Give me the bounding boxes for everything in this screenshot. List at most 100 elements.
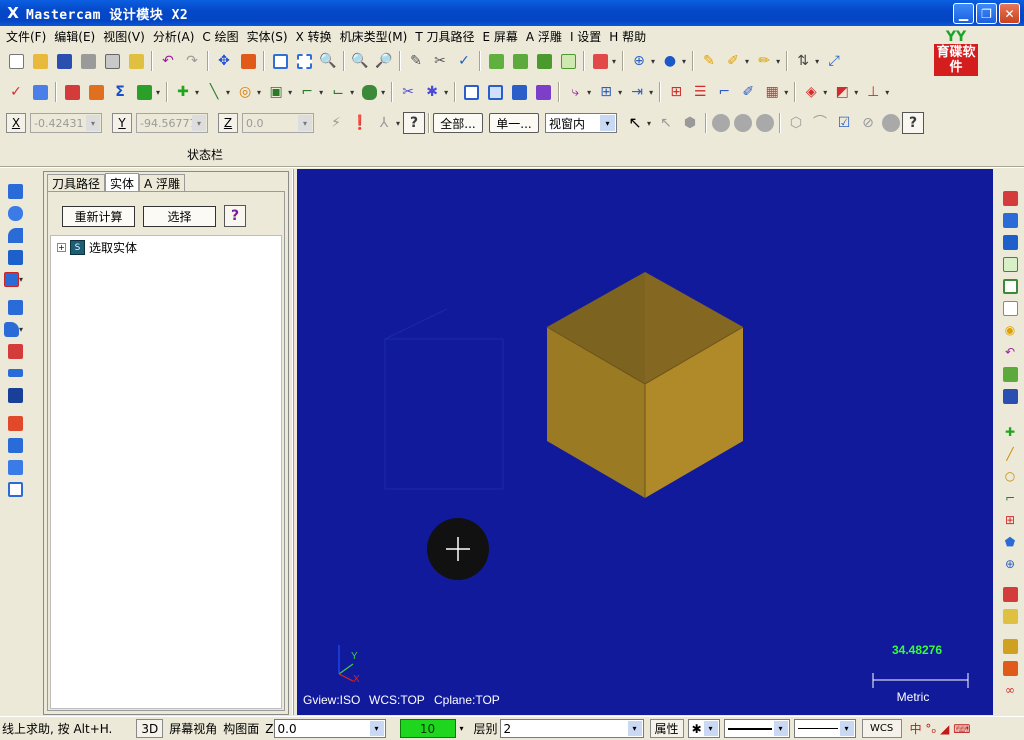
arc-draw-icon[interactable]: ⌐ <box>997 487 1023 509</box>
menu-help[interactable]: H 帮助 <box>605 28 650 45</box>
globe-icon[interactable]: ⊕ <box>628 50 650 72</box>
clear-selection-icon[interactable]: ⊘ <box>857 112 879 134</box>
rectangle-icon[interactable]: ▣ <box>265 81 287 103</box>
mastercam-app-icon[interactable]: X <box>4 4 22 22</box>
dimension-icon[interactable]: ⌐ <box>713 81 735 103</box>
color-swatch-icon[interactable] <box>997 583 1023 605</box>
attributes-button[interactable]: 属性 <box>649 719 684 738</box>
zoom-in-icon[interactable]: 🔍 <box>349 50 371 72</box>
ops-manager-icon[interactable] <box>29 81 51 103</box>
autocursor-icon[interactable]: ❗ <box>349 112 371 134</box>
extrude-icon[interactable] <box>358 81 380 103</box>
select-all-button[interactable]: 全部... <box>433 113 484 133</box>
print-preview-icon[interactable] <box>101 50 123 72</box>
link-icon[interactable]: ∞ <box>997 679 1023 701</box>
end-selection-icon[interactable] <box>882 114 901 132</box>
trim-solid-icon[interactable] <box>2 362 28 384</box>
green-cube-icon[interactable] <box>997 363 1023 385</box>
arrow-tool-icon[interactable]: ⇅ <box>792 50 814 72</box>
level-color-field[interactable]: 10 <box>399 719 456 738</box>
zoom-out-icon[interactable]: 🔎 <box>373 50 395 72</box>
revolve-solid-icon[interactable] <box>2 202 28 224</box>
zoom-window-icon[interactable] <box>293 50 315 72</box>
redo-icon[interactable]: ↷ <box>181 50 203 72</box>
xform-scale-icon[interactable] <box>532 81 554 103</box>
select-single-button[interactable]: 单一... <box>489 113 540 133</box>
analyze-icon[interactable]: ✎ <box>405 50 427 72</box>
menu-settings[interactable]: I 设置 <box>566 28 605 45</box>
side-view-icon[interactable] <box>557 50 579 72</box>
iso-cube-icon[interactable] <box>997 253 1023 275</box>
menu-view[interactable]: 视图(V) <box>99 28 149 45</box>
restore-button[interactable]: ❐ <box>976 3 997 24</box>
print-icon[interactable] <box>77 50 99 72</box>
front-view-icon[interactable] <box>533 50 555 72</box>
z-axis-button[interactable]: Z <box>218 113 238 133</box>
repaint-icon[interactable] <box>237 50 259 72</box>
regenerate-button[interactable]: 重新计算 <box>62 205 135 227</box>
blue-plane-icon[interactable] <box>997 209 1023 231</box>
solid-layout-icon[interactable] <box>2 478 28 500</box>
draw-tool-icon[interactable]: ✏ <box>753 50 775 72</box>
tab-art[interactable]: A 浮雕 <box>139 174 186 192</box>
minimize-button[interactable]: ▁ <box>953 3 974 24</box>
array-icon[interactable]: ⊞ <box>595 81 617 103</box>
pan-icon[interactable]: ✥ <box>213 50 235 72</box>
chamfer-solid-icon[interactable]: ▾ <box>2 318 28 340</box>
extrude-solid-icon[interactable] <box>2 180 28 202</box>
layer-swatch-icon[interactable] <box>997 605 1023 627</box>
delete-icon[interactable]: ✂ <box>429 50 451 72</box>
loft-solid-icon[interactable] <box>2 246 28 268</box>
xform-translate-icon[interactable] <box>460 81 482 103</box>
boolean-common-icon[interactable] <box>2 456 28 478</box>
line-style-select[interactable]: ▾ <box>723 719 790 738</box>
verify-cube-icon[interactable]: ⬡ <box>785 112 807 134</box>
select-solid-icon[interactable]: ⬢ <box>679 112 701 134</box>
z-coordinate-input[interactable]: 0.0 ▾ <box>242 113 314 133</box>
tree-item-select-solid[interactable]: + S 选取实体 <box>57 239 137 256</box>
menu-toolpaths[interactable]: T 刀具路径 <box>411 28 478 45</box>
check-solid-icon[interactable]: ☑ <box>833 112 855 134</box>
select-button[interactable]: 选择 <box>143 205 216 227</box>
hatch-icon[interactable]: ▦ <box>761 81 783 103</box>
sigma-icon[interactable]: Σ <box>109 81 131 103</box>
palette-icon[interactable] <box>997 657 1023 679</box>
x-coordinate-input[interactable]: -0.42431 ▾ <box>30 113 102 133</box>
boolean-remove-icon[interactable] <box>2 434 28 456</box>
expand-icon[interactable]: + <box>57 243 66 252</box>
fit-icon[interactable] <box>269 50 291 72</box>
solid-body-icon[interactable] <box>756 114 775 132</box>
z-depth-select[interactable]: 0.0 ▾ <box>273 719 386 738</box>
wcs-button[interactable]: WCS <box>861 719 902 738</box>
3d-toggle-button[interactable]: 3D <box>136 719 164 738</box>
line-draw-icon[interactable]: ╱ <box>997 443 1023 465</box>
list-icon[interactable]: ☰ <box>689 81 711 103</box>
tab-solids[interactable]: 实体 <box>105 173 140 192</box>
close-button[interactable]: ✕ <box>999 3 1020 24</box>
globe-draw-icon[interactable]: ⊕ <box>997 553 1023 575</box>
verify-icon[interactable]: ✓ <box>5 81 27 103</box>
tab-toolpaths[interactable]: 刀具路径 <box>47 174 106 192</box>
hide-icon[interactable]: ✓ <box>453 50 475 72</box>
snap-box-icon[interactable] <box>997 275 1023 297</box>
menu-art[interactable]: A 浮雕 <box>522 28 566 45</box>
menu-create[interactable]: C 绘图 <box>198 28 242 45</box>
new-file-icon[interactable] <box>5 50 27 72</box>
pencil-icon[interactable]: ✎ <box>698 50 720 72</box>
add-point-icon[interactable]: ✚ <box>172 81 194 103</box>
thicken-solid-icon[interactable] <box>2 384 28 406</box>
up-plane-icon[interactable] <box>997 231 1023 253</box>
rotate-back-icon[interactable]: ↶ <box>997 341 1023 363</box>
manager-help-button[interactable]: ? <box>224 205 246 227</box>
merge-icon[interactable] <box>125 50 147 72</box>
snap-settings-icon[interactable]: ⅄ <box>373 112 395 134</box>
menu-solids[interactable]: 实体(S) <box>243 28 292 45</box>
x-axis-button[interactable]: X <box>6 113 26 133</box>
orange-target-icon[interactable]: ◉ <box>997 319 1023 341</box>
table-icon[interactable] <box>997 635 1023 657</box>
fillet-solid-icon[interactable] <box>2 296 28 318</box>
screen-view-button[interactable]: 屏幕视角 <box>169 720 217 737</box>
page-icon[interactable] <box>997 297 1023 319</box>
selection-mode-select[interactable]: 视窗内 ▾ <box>545 113 618 133</box>
offset-icon[interactable]: ⤷ <box>564 81 586 103</box>
